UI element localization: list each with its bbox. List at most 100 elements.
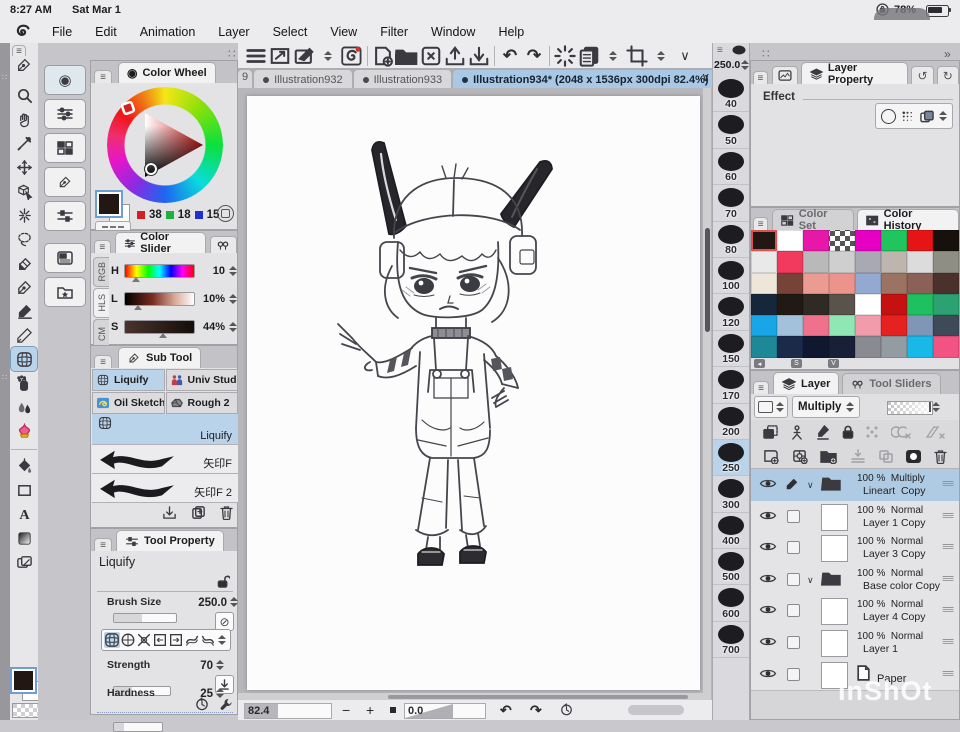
open-file-icon[interactable] [395,45,419,67]
hardness-slider[interactable] [113,722,163,732]
brush-size-100[interactable]: 100 [713,258,749,294]
add-subtool-icon[interactable] [162,505,177,520]
liquify-tool[interactable] [11,347,37,371]
layer-row-4[interactable]: 100 % Normal Layer 4 Copy ≡≡ [751,595,959,628]
tab-list-dropdown-icon[interactable]: ∨ [701,70,710,84]
color-swatch[interactable] [907,294,933,315]
color-swatch[interactable] [855,251,881,272]
slider-stepper-L[interactable] [229,294,237,304]
tab-sub-tool[interactable]: Sub Tool [118,347,201,368]
slider-value-S[interactable]: 44% [199,321,225,333]
menu-window[interactable]: Window [431,25,475,39]
layer-thumbnail[interactable] [821,630,848,657]
new-correction-layer-icon[interactable] [792,449,808,464]
folder-expand-icon[interactable]: ∨ [807,575,814,586]
layer-thumbnail[interactable] [821,598,848,625]
tool-tab-pen-icon[interactable] [16,57,32,73]
layer-checkbox[interactable] [787,636,800,649]
effect-stepper[interactable] [939,111,947,121]
subtool-group-0[interactable]: Liquify [92,369,165,391]
zoom-slider[interactable]: 82.4 [244,703,332,719]
layer-visibility-icon[interactable] [759,603,777,616]
selection-tool[interactable] [11,227,37,251]
color-swatch[interactable] [829,251,855,272]
swatch-badge-S[interactable]: S [791,359,802,368]
menu-layer[interactable]: Layer [218,25,249,39]
panel-grip3-icon[interactable]: ∷ [762,47,770,61]
brush-size-40[interactable]: 40 [713,76,749,112]
blend-tool[interactable] [11,395,37,419]
color-swatch[interactable] [881,336,907,357]
brush-size-50[interactable]: 50 [713,112,749,148]
crop-stepper[interactable] [649,45,673,67]
eyedropper-tool[interactable] [11,131,37,155]
opacity-slider[interactable] [887,401,933,415]
tool-settings-icon[interactable] [219,697,233,711]
color-swatch[interactable] [829,294,855,315]
gradient-tool[interactable] [11,526,37,550]
toggle-material-button[interactable] [44,243,86,273]
subtool-group-2[interactable]: Oil Sketch [92,392,165,414]
liquify-mode-swirl-left-icon[interactable] [184,632,200,648]
layer-checkbox[interactable] [787,573,800,586]
folder-expand-icon[interactable]: ∨ [807,480,814,491]
palette-color-button[interactable] [754,396,788,418]
layer-row-2[interactable]: 100 % Normal Layer 3 Copy ≡≡ [751,532,959,565]
reference-layer-icon[interactable] [790,425,804,440]
brush-tool[interactable] [11,299,37,323]
toggle-color-slider-button[interactable] [44,99,86,129]
fit-screen-icon[interactable] [268,45,292,67]
color-swatch[interactable] [803,336,829,357]
color-slider-grip-icon[interactable]: ≡ [94,240,111,253]
expand-far-right-icon[interactable]: » [944,47,951,61]
enable-mask-icon[interactable] [891,425,913,439]
layer-color-effect-icon[interactable] [920,110,934,123]
menu-file[interactable]: File [52,25,72,39]
brush-size-500[interactable]: 500 [713,549,749,585]
liquify-mode-push-icon[interactable] [104,632,120,648]
new-layer-folder-icon[interactable] [820,449,837,464]
brush-size-300[interactable]: 300 [713,476,749,512]
delete-subtool-icon[interactable] [220,505,233,520]
swatch-badge-V[interactable]: V [828,359,839,368]
wheel-fg-color-swatch[interactable] [97,192,121,216]
color-swatch[interactable] [803,294,829,315]
move-tool[interactable] [11,155,37,179]
color-swatch[interactable] [855,315,881,336]
brush-size-stepper[interactable] [230,597,238,607]
pen-tool[interactable] [11,275,37,299]
layer-drag-handle[interactable]: ≡≡ [942,541,953,553]
layer-drag-handle[interactable]: ≡≡ [942,604,953,616]
color-swatch[interactable] [803,251,829,272]
color-swatch[interactable] [829,336,855,357]
tool-palette-grip-icon[interactable]: ≡ [12,45,26,56]
brush-palette-grip-icon[interactable]: ≡ [717,45,723,56]
color-swatch[interactable] [907,336,933,357]
brush-size-700[interactable]: 700 [713,622,749,658]
tab-auto-action[interactable]: ↻ [937,66,959,84]
new-canvas-icon[interactable] [371,45,395,67]
layer-row-0[interactable]: ∨ 100 % Multiply Lineart Copy ≡≡ [751,469,959,502]
canvas-page[interactable] [247,96,700,690]
menu-select[interactable]: Select [273,25,308,39]
edge-grip-icon[interactable]: ∷ [2,73,7,82]
rotation-slider[interactable]: 0.0 [404,703,486,719]
canvas-hscrollbar[interactable] [238,693,704,700]
layer-drag-handle[interactable]: ≡≡ [942,510,953,522]
liquify-mode-push-right-icon[interactable] [168,632,184,648]
strength-stepper[interactable] [216,660,224,670]
tab-color-set[interactable]: Color Set [772,209,854,230]
eraser-tool[interactable] [11,251,37,275]
color-mode-rgb[interactable]: RGB [93,257,109,287]
transparent-color-swatch[interactable] [12,703,40,718]
layer-checkbox[interactable] [787,510,800,523]
brush-size-400[interactable]: 400 [713,513,749,549]
foreground-color-swatch[interactable] [12,669,35,692]
layer-mask-icon[interactable] [906,450,921,463]
wheel-mode-button[interactable] [217,205,234,222]
blend-mode-dropdown[interactable]: Multiply [792,396,860,418]
layer-drag-handle[interactable]: ≡≡ [942,478,953,490]
menu-animation[interactable]: Animation [140,25,196,39]
layer-grip-icon[interactable]: ≡ [753,381,769,394]
color-swatch[interactable] [751,294,777,315]
